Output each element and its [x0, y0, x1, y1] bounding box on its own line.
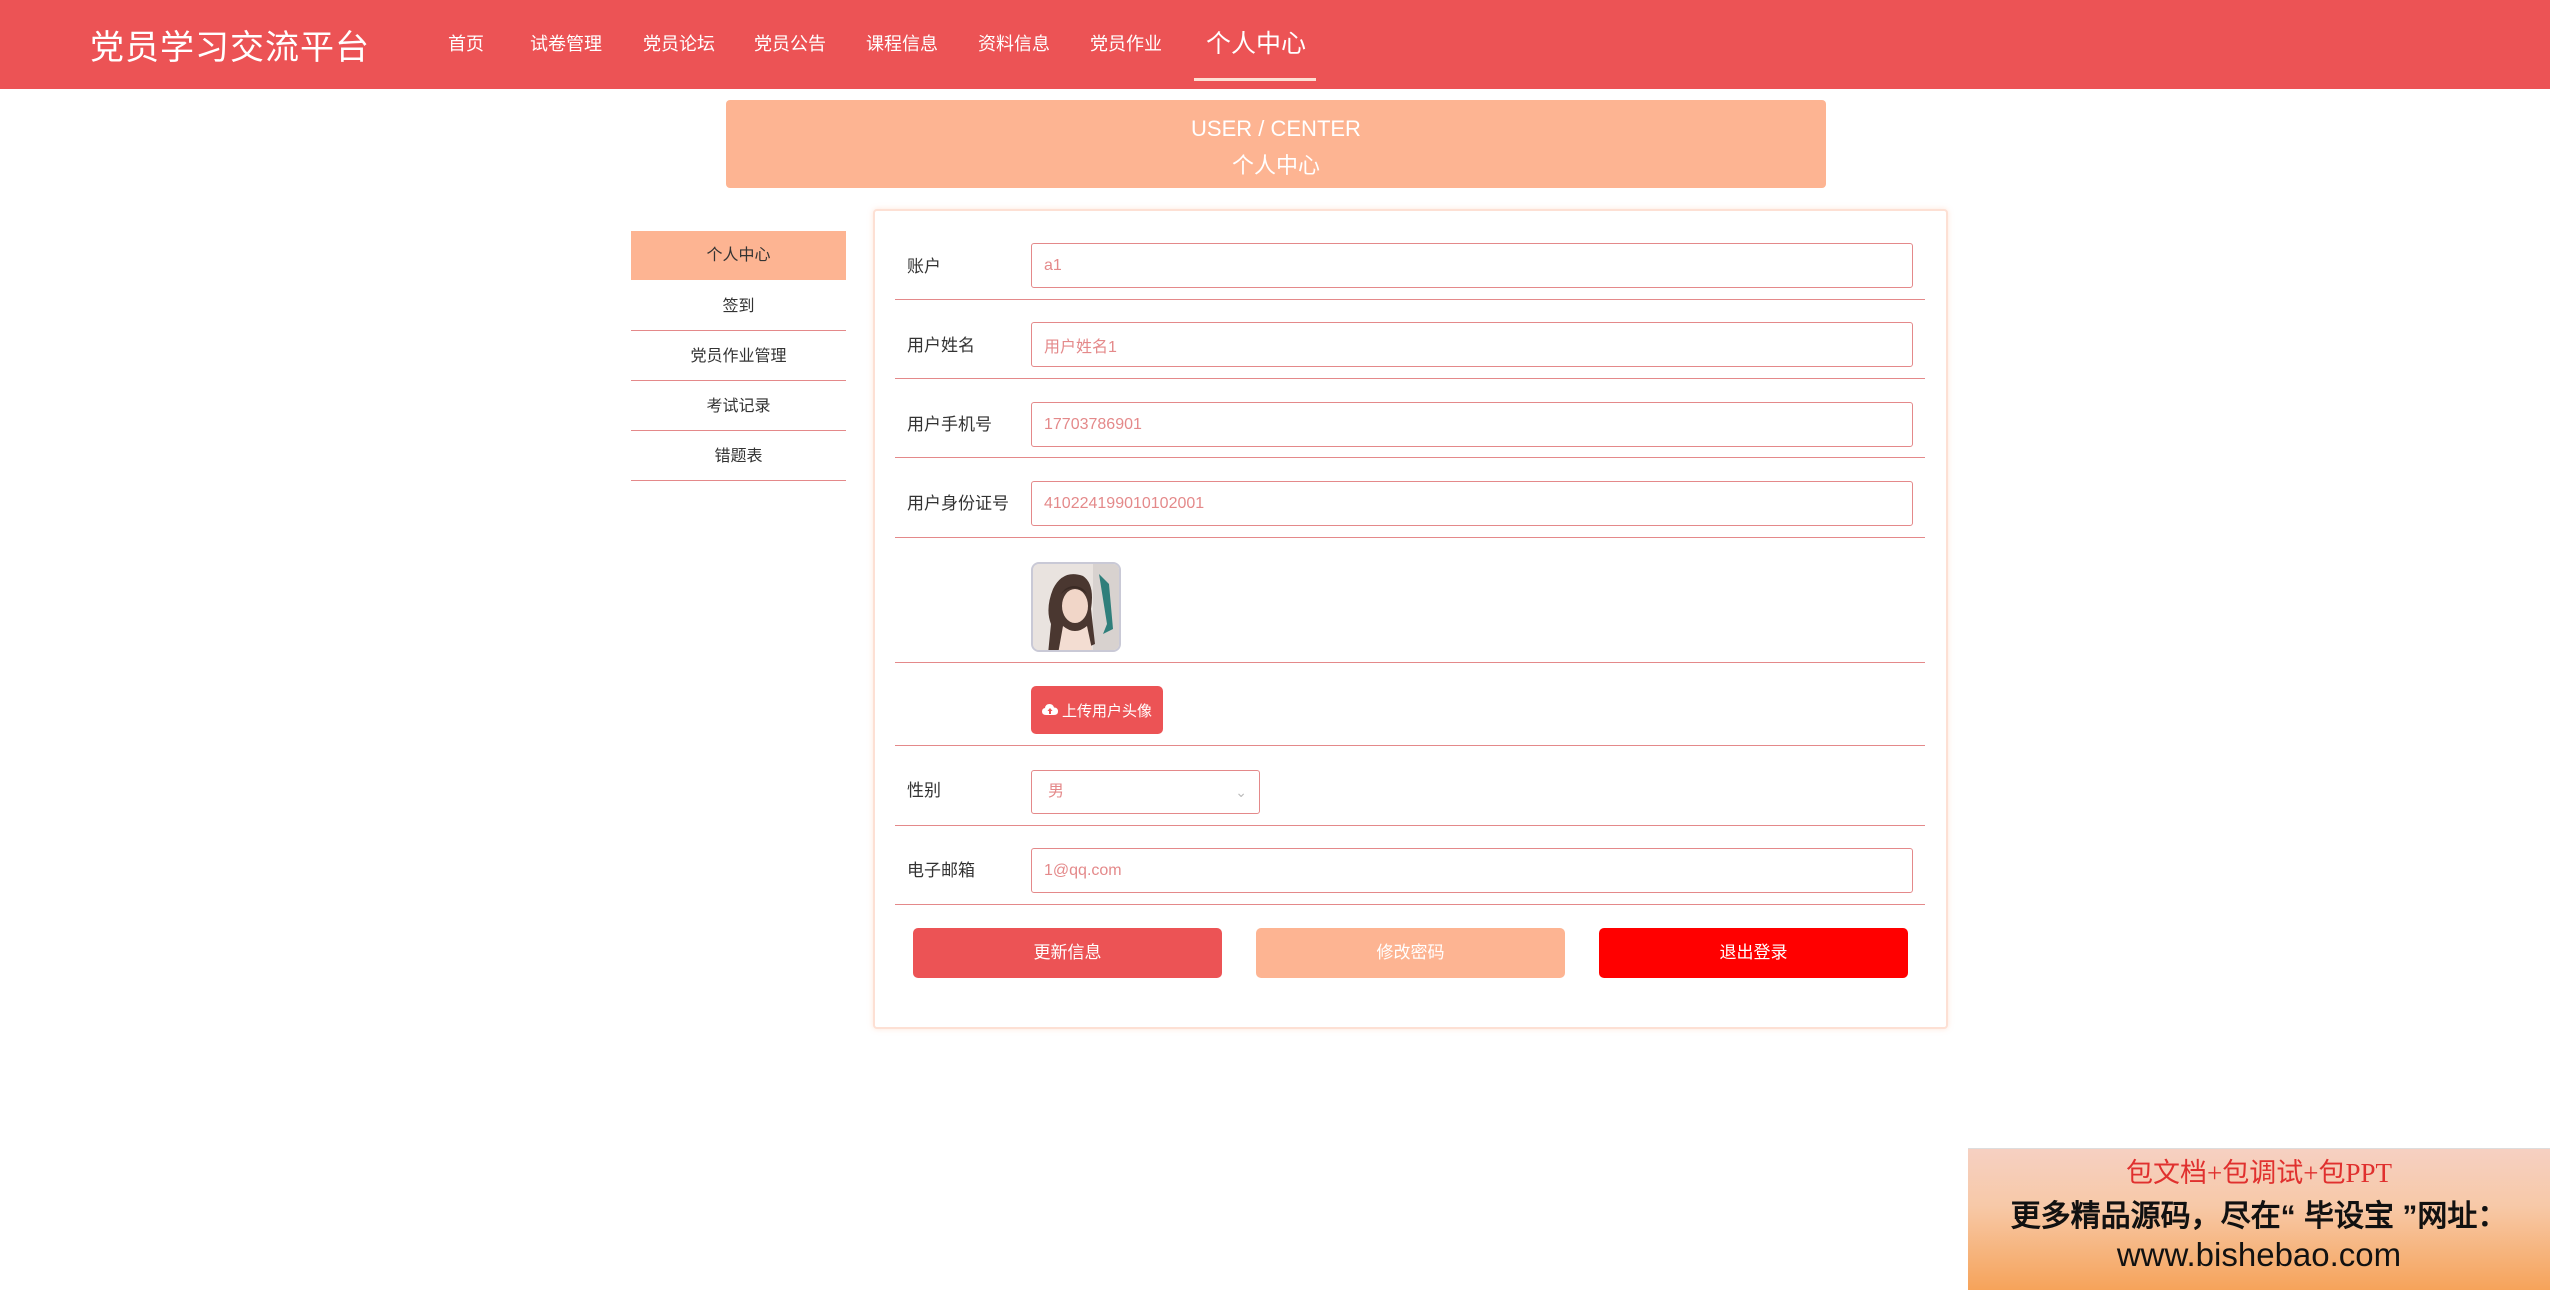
row-divider	[895, 825, 1925, 826]
sidebar-item-homework-management[interactable]: 党员作业管理	[631, 332, 846, 381]
row-divider	[895, 537, 1925, 538]
nav-home[interactable]: 首页	[448, 30, 484, 56]
upload-avatar-button[interactable]: 上传用户头像	[1031, 686, 1163, 734]
nav-courses[interactable]: 课程信息	[866, 30, 938, 56]
update-info-button[interactable]: 更新信息	[913, 928, 1222, 978]
row-divider	[895, 299, 1925, 300]
logout-button[interactable]: 退出登录	[1599, 928, 1908, 978]
gender-selected-value: 男	[1048, 783, 1065, 800]
phone-input[interactable]	[1031, 402, 1913, 447]
site-title[interactable]: 党员学习交流平台	[90, 20, 370, 69]
nav-exam-paper[interactable]: 试卷管理	[530, 30, 602, 56]
idcard-label: 用户身份证号	[907, 494, 1009, 513]
avatar-portrait-icon	[1033, 564, 1119, 650]
row-divider	[895, 745, 1925, 746]
gender-select[interactable]: 男 ⌄	[1031, 770, 1260, 814]
change-password-button[interactable]: 修改密码	[1256, 928, 1565, 978]
upload-button-label: 上传用户头像	[1061, 702, 1152, 720]
cloud-upload-icon	[1041, 704, 1058, 715]
email-input[interactable]	[1031, 848, 1913, 893]
phone-label: 用户手机号	[907, 415, 992, 434]
page-banner: USER / CENTER 个人中心	[726, 100, 1826, 188]
nav-user-center[interactable]: 个人中心	[1206, 24, 1306, 60]
name-input[interactable]	[1031, 322, 1913, 367]
email-label: 电子邮箱	[907, 861, 975, 880]
row-divider	[895, 378, 1925, 379]
sidebar-item-user-center[interactable]: 个人中心	[631, 231, 846, 280]
page-title: 个人中心	[1231, 153, 1320, 178]
nav-active-indicator	[1194, 78, 1316, 81]
account-input[interactable]	[1031, 243, 1913, 288]
sidebar-item-checkin[interactable]: 签到	[631, 282, 846, 331]
nav-forum[interactable]: 党员论坛	[643, 30, 715, 56]
gender-label: 性别	[907, 781, 941, 800]
idcard-input[interactable]	[1031, 481, 1913, 526]
nav-announcements[interactable]: 党员公告	[754, 30, 826, 56]
row-divider	[895, 457, 1925, 458]
nav-materials[interactable]: 资料信息	[978, 30, 1050, 56]
ad-tagline: 包文档+包调试+包PPT	[2126, 1158, 2392, 1188]
sidebar-item-wrong-questions[interactable]: 错题表	[631, 432, 846, 481]
sidebar-item-exam-records[interactable]: 考试记录	[631, 382, 846, 431]
ad-promo-text: 更多精品源码，尽在“ 毕设宝 ”网址：	[2010, 1200, 2508, 1233]
account-label: 账户	[907, 257, 941, 276]
name-label: 用户姓名	[907, 336, 975, 355]
banner-subtitle: USER / CENTER	[1191, 116, 1361, 141]
nav-homework[interactable]: 党员作业	[1090, 30, 1162, 56]
avatar	[1031, 562, 1121, 652]
ad-url: www.bishebao.com	[2116, 1236, 2402, 1273]
watermark-ad: 包文档+包调试+包PPT 更多精品源码，尽在“ 毕设宝 ”网址： www.bis…	[1968, 1148, 2550, 1290]
row-divider	[895, 904, 1925, 905]
row-divider	[895, 662, 1925, 663]
top-navbar: 党员学习交流平台 首页 试卷管理 党员论坛 党员公告 课程信息 资料信息 党员作…	[0, 0, 2550, 89]
chevron-down-icon: ⌄	[1235, 784, 1247, 800]
